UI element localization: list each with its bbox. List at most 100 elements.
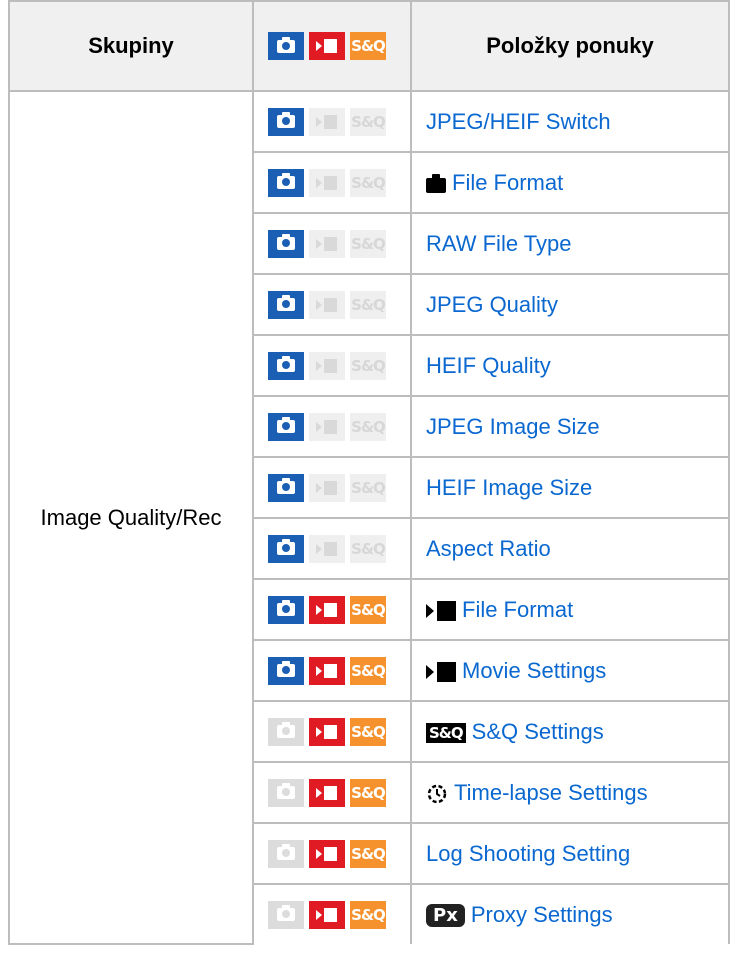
menu-item-link[interactable]: File Format xyxy=(452,170,563,195)
sq-mode-icon: S&Q xyxy=(350,290,386,319)
mode-availability: S&Q xyxy=(252,761,412,824)
mode-availability: S&Q xyxy=(252,578,412,641)
sq-mode-icon: S&Q xyxy=(350,412,386,441)
movie-mode-icon xyxy=(309,839,345,868)
menu-item-link[interactable]: JPEG/HEIF Switch xyxy=(426,109,611,134)
menu-item-link[interactable]: S&Q Settings xyxy=(472,719,604,744)
sq-mode-icon: S&Q xyxy=(350,473,386,502)
header-groups: Skupiny xyxy=(8,0,254,92)
sq-mode-icon: S&Q xyxy=(350,900,386,929)
menu-item-cell: Px Proxy Settings xyxy=(410,883,730,944)
header-modes: S&Q xyxy=(252,0,412,92)
table-row: Image Quality/Rec S&Q JPEG/HEIF Switch xyxy=(8,90,730,945)
header-items: Položky ponuky xyxy=(410,0,730,92)
movie-mode-icon xyxy=(309,229,345,258)
menu-item-link[interactable]: File Format xyxy=(462,597,573,622)
menu-item-cell: HEIF Image Size xyxy=(410,456,730,519)
menu-items-table: Skupiny S&Q Položky ponuky Image Quality… xyxy=(8,0,730,945)
photo-mode-icon xyxy=(268,595,304,624)
menu-item-cell: File Format xyxy=(410,151,730,214)
movie-mode-icon xyxy=(309,107,345,136)
menu-item-link[interactable]: JPEG Image Size xyxy=(426,414,600,439)
mode-availability: S&Q xyxy=(252,822,412,885)
menu-item-link[interactable]: RAW File Type xyxy=(426,231,571,256)
photo-mode-icon xyxy=(268,290,304,319)
photo-mode-icon xyxy=(268,32,304,60)
menu-item-link[interactable]: Log Shooting Setting xyxy=(426,841,630,866)
sq-mode-icon: S&Q xyxy=(350,107,386,136)
menu-item-cell: JPEG Quality xyxy=(410,273,730,336)
mode-availability: S&Q xyxy=(252,90,412,153)
mode-availability: S&Q xyxy=(252,273,412,336)
sq-mode-icon: S&Q xyxy=(350,656,386,685)
mode-availability: S&Q xyxy=(252,395,412,458)
menu-item-link[interactable]: Proxy Settings xyxy=(471,902,613,927)
camera-icon xyxy=(426,174,446,194)
proxy-icon: Px xyxy=(426,904,465,928)
sq-mode-icon: S&Q xyxy=(350,595,386,624)
movie-mode-icon xyxy=(309,900,345,929)
menu-item-cell: HEIF Quality xyxy=(410,334,730,397)
mode-availability: S&Q xyxy=(252,639,412,702)
movie-mode-icon xyxy=(309,473,345,502)
movie-mode-icon xyxy=(309,168,345,197)
menu-item-cell: Log Shooting Setting xyxy=(410,822,730,885)
movie-mode-icon xyxy=(309,32,345,60)
photo-mode-icon xyxy=(268,351,304,380)
group-name: Image Quality/Rec xyxy=(8,90,254,945)
menu-item-link[interactable]: HEIF Image Size xyxy=(426,475,592,500)
photo-mode-icon xyxy=(268,900,304,929)
table-header-row: Skupiny S&Q Položky ponuky xyxy=(8,0,730,92)
movie-icon xyxy=(426,661,456,682)
mode-availability: S&Q xyxy=(252,212,412,275)
mode-availability: S&Q xyxy=(252,517,412,580)
menu-item-cell: JPEG/HEIF Switch xyxy=(410,90,730,153)
menu-item-link[interactable]: Movie Settings xyxy=(462,658,606,683)
mode-availability: S&Q xyxy=(252,700,412,763)
sq-mode-icon: S&Q xyxy=(350,351,386,380)
sq-mode-icon: S&Q xyxy=(350,534,386,563)
photo-mode-icon xyxy=(268,534,304,563)
menu-item-cell: S&Q S&Q Settings xyxy=(410,700,730,763)
menu-item-link[interactable]: HEIF Quality xyxy=(426,353,551,378)
mode-availability: S&Q xyxy=(252,883,412,944)
movie-mode-icon xyxy=(309,717,345,746)
mode-availability: S&Q xyxy=(252,334,412,397)
photo-mode-icon xyxy=(268,839,304,868)
sq-mode-icon: S&Q xyxy=(350,229,386,258)
movie-mode-icon xyxy=(309,656,345,685)
movie-mode-icon xyxy=(309,351,345,380)
timelapse-icon xyxy=(426,783,448,805)
movie-icon xyxy=(426,600,456,621)
menu-item-cell: Aspect Ratio xyxy=(410,517,730,580)
sq-mode-icon: S&Q xyxy=(350,168,386,197)
photo-mode-icon xyxy=(268,412,304,441)
mode-availability: S&Q xyxy=(252,456,412,519)
sq-mode-icon: S&Q xyxy=(350,32,386,60)
movie-mode-icon xyxy=(309,290,345,319)
movie-mode-icon xyxy=(309,595,345,624)
photo-mode-icon xyxy=(268,229,304,258)
movie-mode-icon xyxy=(309,778,345,807)
menu-item-link[interactable]: Aspect Ratio xyxy=(426,536,551,561)
menu-item-cell: Movie Settings xyxy=(410,639,730,702)
movie-mode-icon xyxy=(309,534,345,563)
menu-item-link[interactable]: JPEG Quality xyxy=(426,292,558,317)
movie-mode-icon xyxy=(309,412,345,441)
menu-item-cell: RAW File Type xyxy=(410,212,730,275)
menu-item-link[interactable]: Time-lapse Settings xyxy=(454,780,648,805)
sq-icon: S&Q xyxy=(426,722,466,743)
photo-mode-icon xyxy=(268,717,304,746)
sq-mode-icon: S&Q xyxy=(350,839,386,868)
menu-item-cell: JPEG Image Size xyxy=(410,395,730,458)
photo-mode-icon xyxy=(268,107,304,136)
photo-mode-icon xyxy=(268,778,304,807)
photo-mode-icon xyxy=(268,473,304,502)
sq-mode-icon: S&Q xyxy=(350,778,386,807)
menu-item-cell: Time-lapse Settings xyxy=(410,761,730,824)
mode-availability: S&Q xyxy=(252,151,412,214)
photo-mode-icon xyxy=(268,656,304,685)
sq-mode-icon: S&Q xyxy=(350,717,386,746)
menu-item-cell: File Format xyxy=(410,578,730,641)
photo-mode-icon xyxy=(268,168,304,197)
